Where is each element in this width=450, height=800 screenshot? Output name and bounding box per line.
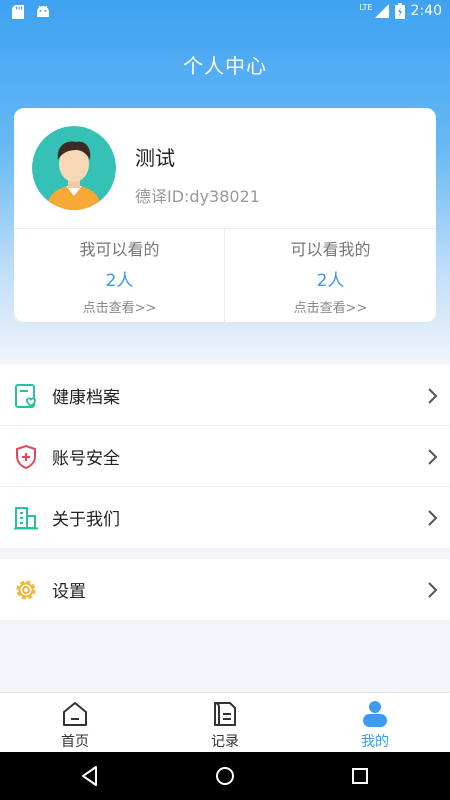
user-name: 测试: [135, 146, 175, 170]
menu-item-label: 健康档案: [52, 387, 120, 408]
user-id: 德译ID:dy38021: [135, 187, 260, 206]
stat-view-link[interactable]: 点击查看>>: [225, 297, 436, 316]
chevron-right-icon: [428, 510, 438, 526]
status-time: 2:40: [410, 3, 442, 19]
health-record-icon: [15, 384, 37, 408]
building-icon: [14, 507, 38, 530]
recents-icon[interactable]: [348, 764, 372, 788]
menu-item-label: 关于我们: [52, 510, 120, 530]
bottom-nav: 首页 记录 我的: [0, 692, 450, 752]
home-circle-icon[interactable]: [213, 764, 237, 788]
nav-mine[interactable]: 我的: [300, 693, 450, 752]
chevron-right-icon: [428, 582, 438, 598]
person-icon: [363, 701, 387, 727]
document-icon: [214, 702, 236, 726]
nav-label: 我的: [361, 734, 389, 750]
chevron-right-icon: [428, 449, 438, 465]
menu-item-about-us[interactable]: 关于我们: [0, 487, 450, 548]
nav-label: 记录: [211, 734, 239, 750]
battery-charging-icon: [394, 3, 405, 19]
stat-label: 我可以看的: [79, 240, 160, 259]
menu-item-settings[interactable]: 设置: [0, 559, 450, 620]
nav-label: 首页: [61, 734, 89, 750]
sd-card-icon: [12, 5, 24, 19]
stat-count: 2人: [105, 271, 134, 291]
status-bar: LTE 2:40: [0, 0, 450, 24]
menu-item-label: 账号安全: [52, 448, 120, 469]
network-label: LTE: [359, 2, 373, 12]
nav-home[interactable]: 首页: [0, 693, 150, 752]
home-icon: [63, 702, 87, 726]
chevron-right-icon: [428, 388, 438, 404]
page-title: 个人中心: [183, 54, 267, 78]
shield-plus-icon: [16, 444, 36, 470]
signal-icon: [374, 4, 389, 18]
android-icon: [37, 5, 49, 17]
menu-item-label: 设置: [52, 582, 86, 602]
stat-i-can-view[interactable]: 我可以看的 2人 点击查看>>: [14, 228, 225, 322]
profile-card: 测试 德译ID:dy38021 我可以看的 2人 点击查看>> 可以看我的 2人…: [14, 108, 436, 322]
stat-can-view-me[interactable]: 可以看我的 2人 点击查看>>: [225, 228, 436, 322]
stat-count: 2人: [316, 271, 345, 291]
system-nav-bar: [0, 752, 450, 800]
menu-item-account-security[interactable]: 账号安全: [0, 426, 450, 487]
back-icon[interactable]: [78, 764, 102, 788]
menu-group-main: 健康档案 账号安全 关于我们: [0, 365, 450, 548]
menu-item-health-record[interactable]: 健康档案: [0, 365, 450, 426]
stat-view-link[interactable]: 点击查看>>: [14, 297, 225, 316]
avatar[interactable]: [32, 126, 116, 210]
stat-label: 可以看我的: [290, 240, 371, 259]
gear-icon: [16, 580, 36, 600]
nav-records[interactable]: 记录: [150, 693, 300, 752]
menu-group-settings: 设置: [0, 559, 450, 620]
